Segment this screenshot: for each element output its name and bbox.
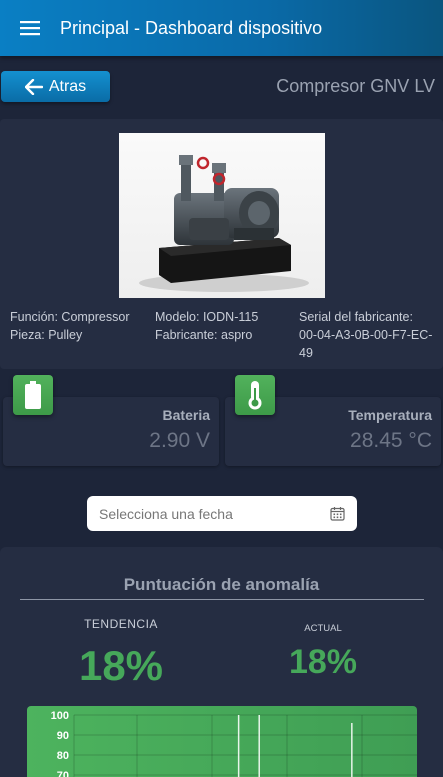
anomaly-chart-svg: 100 90 80 70 bbox=[51, 710, 417, 777]
trend-label: TENDENCIA bbox=[84, 617, 158, 631]
device-model: Modelo: IODN-115 bbox=[155, 310, 259, 324]
trend-value: 18% bbox=[78, 642, 164, 689]
battery-label: Bateria bbox=[162, 407, 210, 423]
anomaly-chart: 100 90 80 70 bbox=[27, 706, 417, 777]
device-part: Pieza: Pulley bbox=[10, 328, 83, 342]
chart-y-tick-label: 70 bbox=[57, 770, 69, 777]
menu-icon bbox=[20, 21, 40, 36]
anomaly-card: Puntuación de anomalía TENDENCIA 18% ACT… bbox=[0, 547, 443, 777]
calendar-icon[interactable] bbox=[330, 506, 345, 521]
back-button-label: Atras bbox=[48, 77, 87, 95]
device-function: Función: Compressor bbox=[10, 310, 130, 324]
compressor-image bbox=[119, 133, 325, 298]
divider bbox=[20, 599, 424, 600]
device-serial-value: 00-04-A3-0B-00-F7-EC-49 bbox=[299, 328, 433, 360]
device-info-col-3: Serial del fabricante: 00-04-A3-0B-00-F7… bbox=[299, 308, 439, 362]
chart-y-tick-label: 100 bbox=[51, 710, 69, 722]
device-card: Función: Compressor Pieza: Pulley Modelo… bbox=[0, 119, 443, 369]
back-row: Atras Compresor GNV LV bbox=[0, 70, 443, 102]
back-button[interactable]: Atras bbox=[1, 71, 110, 102]
date-picker-input[interactable]: Selecciona una fecha bbox=[87, 496, 357, 531]
actual-value: 18% bbox=[288, 643, 358, 681]
temperature-value: 28.45 °C bbox=[350, 429, 432, 452]
menu-button[interactable] bbox=[0, 0, 60, 56]
device-name: Compresor GNV LV bbox=[276, 76, 435, 96]
device-info-col-2: Modelo: IODN-115 Fabricante: aspro bbox=[155, 308, 258, 344]
chart-y-tick-label: 90 bbox=[57, 730, 69, 742]
device-serial-label: Serial del fabricante: bbox=[299, 310, 413, 324]
page-title: Principal - Dashboard dispositivo bbox=[60, 17, 323, 38]
battery-value: 2.90 V bbox=[149, 429, 210, 452]
thermometer-icon bbox=[248, 381, 262, 410]
app-header: Principal - Dashboard dispositivo bbox=[0, 0, 443, 56]
thermometer-icon-badge bbox=[235, 375, 275, 415]
chart-y-tick-label: 80 bbox=[57, 750, 69, 762]
actual-label: ACTUAL bbox=[304, 623, 342, 634]
date-picker-placeholder: Selecciona una fecha bbox=[99, 505, 233, 522]
anomaly-title: Puntuación de anomalía bbox=[123, 575, 320, 594]
device-manufacturer: Fabricante: aspro bbox=[155, 328, 253, 342]
device-info-col-1: Función: Compressor Pieza: Pulley bbox=[10, 308, 130, 344]
temperature-label: Temperatura bbox=[348, 407, 432, 423]
arrow-left-icon bbox=[24, 78, 43, 95]
battery-icon-badge bbox=[13, 375, 53, 415]
battery-icon bbox=[25, 381, 41, 409]
